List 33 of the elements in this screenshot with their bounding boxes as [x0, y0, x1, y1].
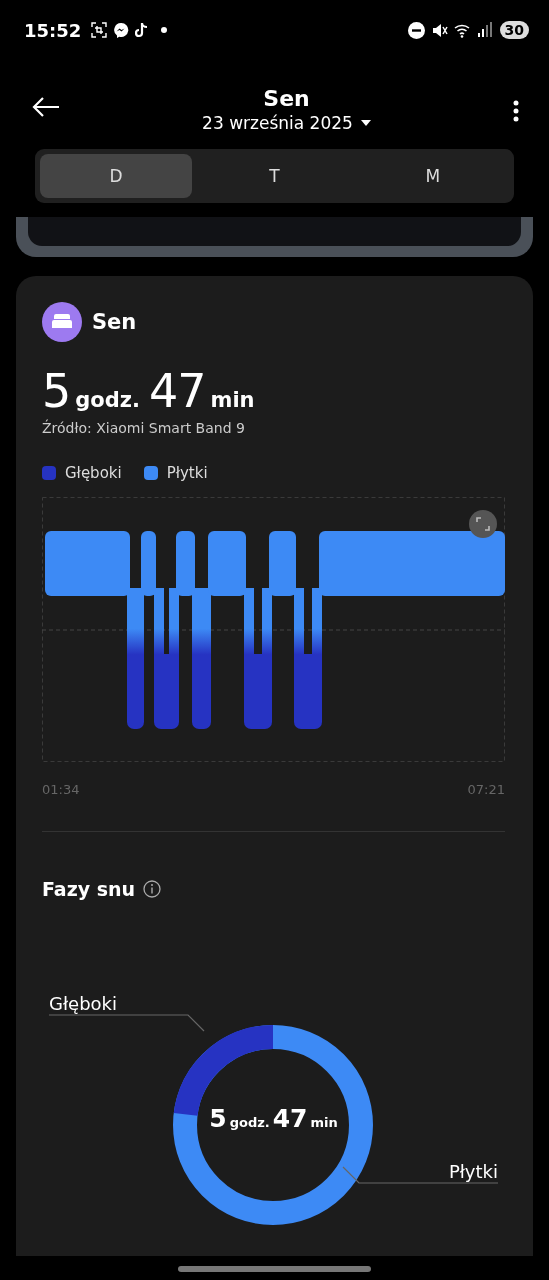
phase-label: Głęboki	[49, 993, 117, 1014]
screenshot-icon	[91, 22, 108, 38]
mute-icon	[430, 21, 448, 39]
expand-icon	[476, 517, 490, 531]
bed-icon	[42, 302, 82, 342]
status-time: 15:52	[24, 19, 82, 41]
back-icon[interactable]	[32, 97, 60, 117]
do-not-disturb-icon	[407, 21, 425, 39]
period-tab[interactable]: M	[356, 154, 509, 198]
music-note-icon	[135, 22, 150, 38]
start-time: 01:34	[42, 782, 80, 797]
date-selector[interactable]: 23 września 2025	[202, 113, 371, 133]
period-tab[interactable]: D	[40, 154, 193, 198]
screen-title: Sen	[263, 86, 310, 111]
signal-icon	[477, 22, 492, 38]
caret-icon	[360, 120, 371, 126]
phase-label: Płytki	[448, 1161, 498, 1182]
legend-label: Głęboki	[65, 464, 122, 482]
legend-label: Płytki	[166, 464, 208, 482]
section-title: Fazy snu	[42, 878, 136, 900]
card-title: Sen	[92, 310, 137, 334]
sleep-duration: 5 godz. 47 min	[42, 364, 256, 418]
expand-button[interactable]	[469, 510, 497, 538]
dot-icon	[161, 27, 168, 33]
battery-level: 30	[499, 21, 529, 39]
period-tab[interactable]: T	[198, 154, 351, 198]
info-icon[interactable]	[143, 880, 162, 898]
total-duration: 5 godz.47 min	[208, 1104, 339, 1133]
end-time: 07:21	[467, 782, 505, 797]
messenger-icon	[113, 22, 130, 38]
wifi-icon	[453, 22, 472, 38]
source-text: Źródło: Xiaomi Smart Band 9	[42, 420, 246, 436]
more-options-icon[interactable]	[513, 100, 519, 122]
